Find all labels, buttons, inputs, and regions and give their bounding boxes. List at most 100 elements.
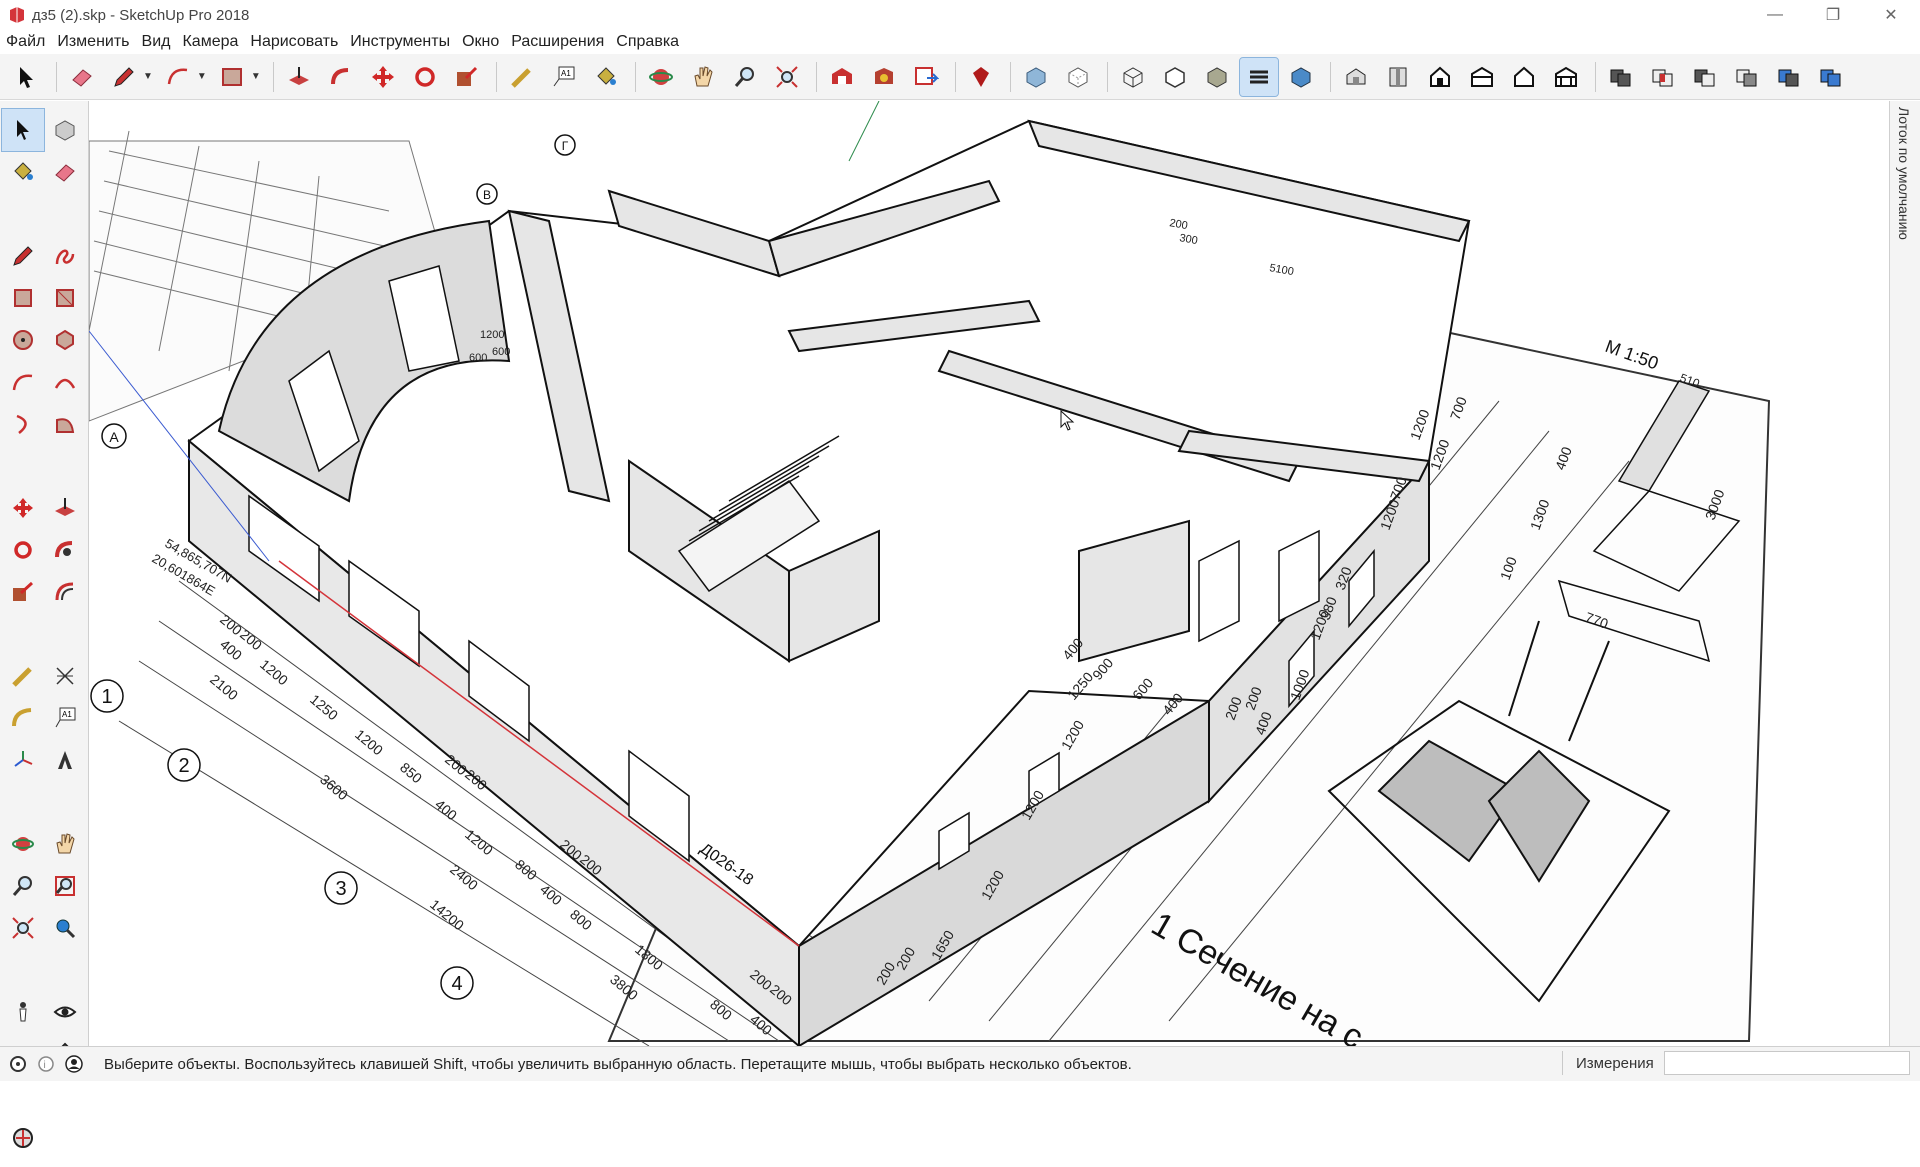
shaded-icon[interactable] [1198, 58, 1236, 96]
toolbar-separator [954, 61, 956, 92]
restore-button[interactable]: ❐ [1804, 0, 1862, 30]
polygon-icon[interactable] [44, 319, 86, 361]
model-viewport[interactable]: 1 2 3 4 А В Г 200 200 400 2100 1200 1250… [89, 101, 1890, 1046]
circle-icon[interactable] [2, 319, 44, 361]
protractor-icon[interactable] [2, 697, 44, 739]
menu-help[interactable]: Справка [610, 33, 685, 51]
text-icon[interactable]: A1 [44, 697, 86, 739]
eraser-icon[interactable] [63, 58, 101, 96]
orbit-icon[interactable] [2, 823, 44, 865]
menu-draw[interactable]: Нарисовать [244, 33, 344, 51]
left-view-icon[interactable] [1547, 58, 1585, 96]
pan-icon[interactable] [684, 58, 722, 96]
paint-bucket-icon[interactable] [587, 58, 625, 96]
chevron-down-icon[interactable]: ▼ [197, 71, 207, 82]
front-view-icon[interactable] [1421, 58, 1459, 96]
tape-measure-icon[interactable] [503, 58, 541, 96]
dim-label: 1200 [462, 826, 496, 858]
move-icon[interactable] [2, 487, 44, 529]
extension-warehouse-icon[interactable] [865, 58, 903, 96]
look-around-icon[interactable] [44, 991, 86, 1033]
component-icon[interactable] [44, 109, 86, 151]
menu-window[interactable]: Окно [456, 33, 505, 51]
zoom-extents-icon[interactable] [2, 907, 44, 949]
zoom-extents-icon[interactable] [768, 58, 806, 96]
pan-icon[interactable] [44, 823, 86, 865]
scale-icon[interactable] [2, 571, 44, 613]
text-icon[interactable]: A1 [545, 58, 583, 96]
pencil-icon[interactable] [2, 235, 44, 277]
user-account-icon[interactable] [64, 1054, 84, 1074]
trim-icon[interactable] [1728, 58, 1766, 96]
arc-icon[interactable] [159, 58, 197, 96]
close-button[interactable]: ✕ [1862, 0, 1920, 30]
scale-icon[interactable] [448, 58, 486, 96]
chevron-down-icon[interactable]: ▼ [251, 71, 261, 82]
rectangle-icon[interactable] [213, 58, 251, 96]
geo-location-icon[interactable] [2, 1117, 44, 1159]
xray-icon[interactable] [1017, 58, 1055, 96]
position-camera-icon[interactable] [2, 991, 44, 1033]
measurements-input[interactable] [1664, 1051, 1910, 1075]
follow-me-icon[interactable] [44, 529, 86, 571]
axes-icon[interactable] [2, 739, 44, 781]
eraser-icon[interactable] [44, 151, 86, 193]
layout-icon[interactable] [907, 58, 945, 96]
hidden-line-icon[interactable] [1156, 58, 1194, 96]
top-view-icon[interactable] [1379, 58, 1417, 96]
back-view-icon[interactable] [1505, 58, 1543, 96]
iso-view-icon[interactable] [1337, 58, 1375, 96]
subtract-icon[interactable] [1686, 58, 1724, 96]
union-icon[interactable] [1602, 58, 1640, 96]
rectangle-icon[interactable] [2, 277, 44, 319]
dimension-icon[interactable] [44, 655, 86, 697]
zoom-icon[interactable] [726, 58, 764, 96]
shaded-textures-icon[interactable] [1238, 56, 1279, 97]
menu-view[interactable]: Вид [136, 33, 177, 51]
two-point-arc-icon[interactable] [44, 361, 86, 403]
toolbar-separator [1106, 61, 1108, 92]
offset-icon[interactable] [44, 571, 86, 613]
zoom-window-icon[interactable] [44, 865, 86, 907]
split-icon[interactable] [1770, 58, 1808, 96]
default-tray[interactable]: Лоток по умолчанию [1889, 101, 1920, 1046]
minimize-button[interactable]: — [1746, 0, 1804, 30]
rotated-rectangle-icon[interactable] [44, 277, 86, 319]
pie-icon[interactable] [44, 403, 86, 445]
chevron-down-icon[interactable]: ▼ [143, 71, 153, 82]
back-edges-icon[interactable] [1059, 58, 1097, 96]
ruby-icon[interactable] [962, 58, 1000, 96]
follow-me-icon[interactable] [322, 58, 360, 96]
menu-bar: Файл Изменить Вид Камера Нарисовать Инст… [0, 30, 1920, 54]
rotate-icon[interactable] [2, 529, 44, 571]
tape-measure-icon[interactable] [2, 655, 44, 697]
move-icon[interactable] [364, 58, 402, 96]
push-pull-icon[interactable] [280, 58, 318, 96]
wireframe-icon[interactable] [1114, 58, 1152, 96]
select-icon[interactable] [8, 58, 46, 96]
select-icon[interactable] [1, 108, 45, 152]
rotate-icon[interactable] [406, 58, 444, 96]
credits-icon[interactable]: i [36, 1054, 56, 1074]
menu-file[interactable]: Файл [0, 33, 51, 51]
push-pull-icon[interactable] [44, 487, 86, 529]
menu-extensions[interactable]: Расширения [505, 33, 610, 51]
paint-bucket-icon[interactable] [2, 151, 44, 193]
monochrome-icon[interactable] [1282, 58, 1320, 96]
menu-camera[interactable]: Камера [176, 33, 244, 51]
previous-view-icon[interactable] [44, 907, 86, 949]
outer-shell-icon[interactable] [1812, 58, 1850, 96]
menu-edit[interactable]: Изменить [51, 33, 135, 51]
zoom-icon[interactable] [2, 865, 44, 907]
orbit-icon[interactable] [642, 58, 680, 96]
warehouse-icon[interactable] [823, 58, 861, 96]
menu-tools[interactable]: Инструменты [344, 33, 456, 51]
pencil-icon[interactable] [105, 58, 143, 96]
three-point-arc-icon[interactable] [2, 403, 44, 445]
3d-text-icon[interactable] [44, 739, 86, 781]
arc-icon[interactable] [2, 361, 44, 403]
freehand-icon[interactable] [44, 235, 86, 277]
intersect-icon[interactable] [1644, 58, 1682, 96]
right-view-icon[interactable] [1463, 58, 1501, 96]
geo-location-icon[interactable] [8, 1054, 28, 1074]
